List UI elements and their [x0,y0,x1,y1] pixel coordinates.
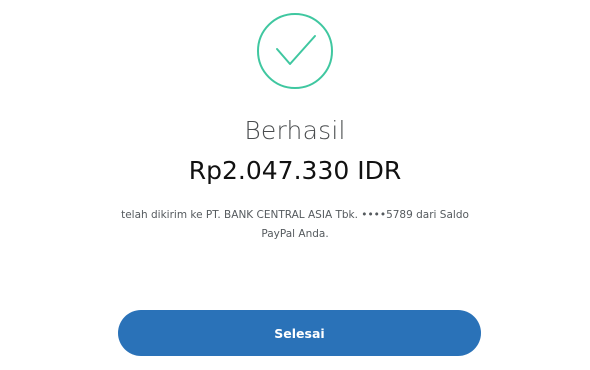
done-button[interactable]: Selesai [118,310,481,356]
transfer-amount: Rp2.047.330 IDR [188,156,402,185]
status-title: Berhasil [244,116,346,145]
check-circle-icon [256,12,334,90]
transfer-description: telah dikirim ke PT. BANK CENTRAL ASIA T… [121,209,469,240]
